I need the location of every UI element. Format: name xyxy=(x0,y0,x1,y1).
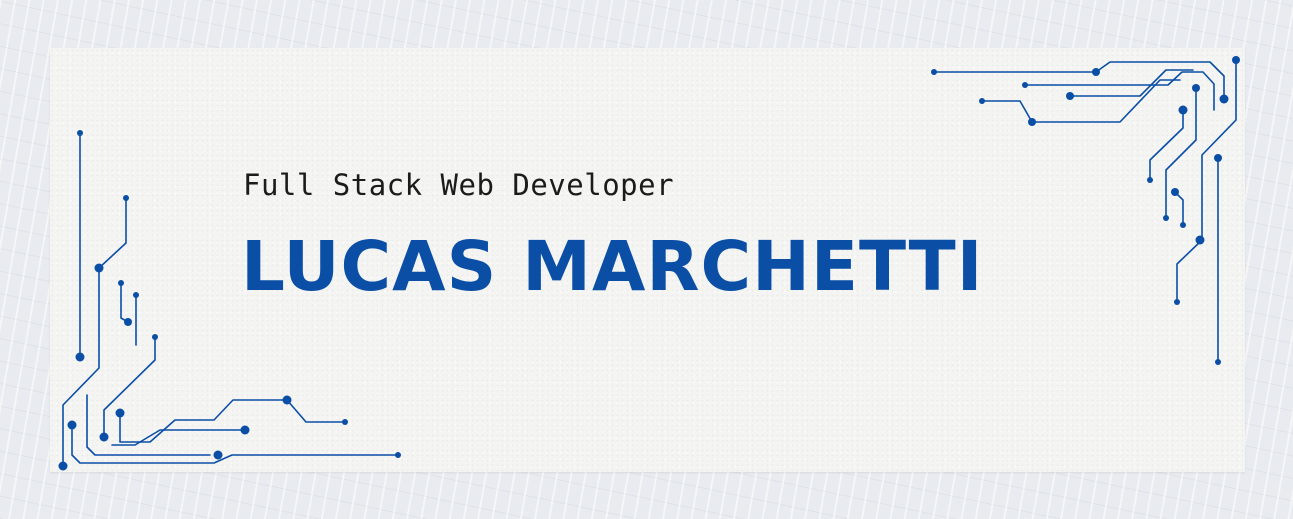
circuit-left-icon xyxy=(58,130,401,471)
banner: { "banner": { "subtitle": "Full Stack We… xyxy=(0,0,1293,519)
